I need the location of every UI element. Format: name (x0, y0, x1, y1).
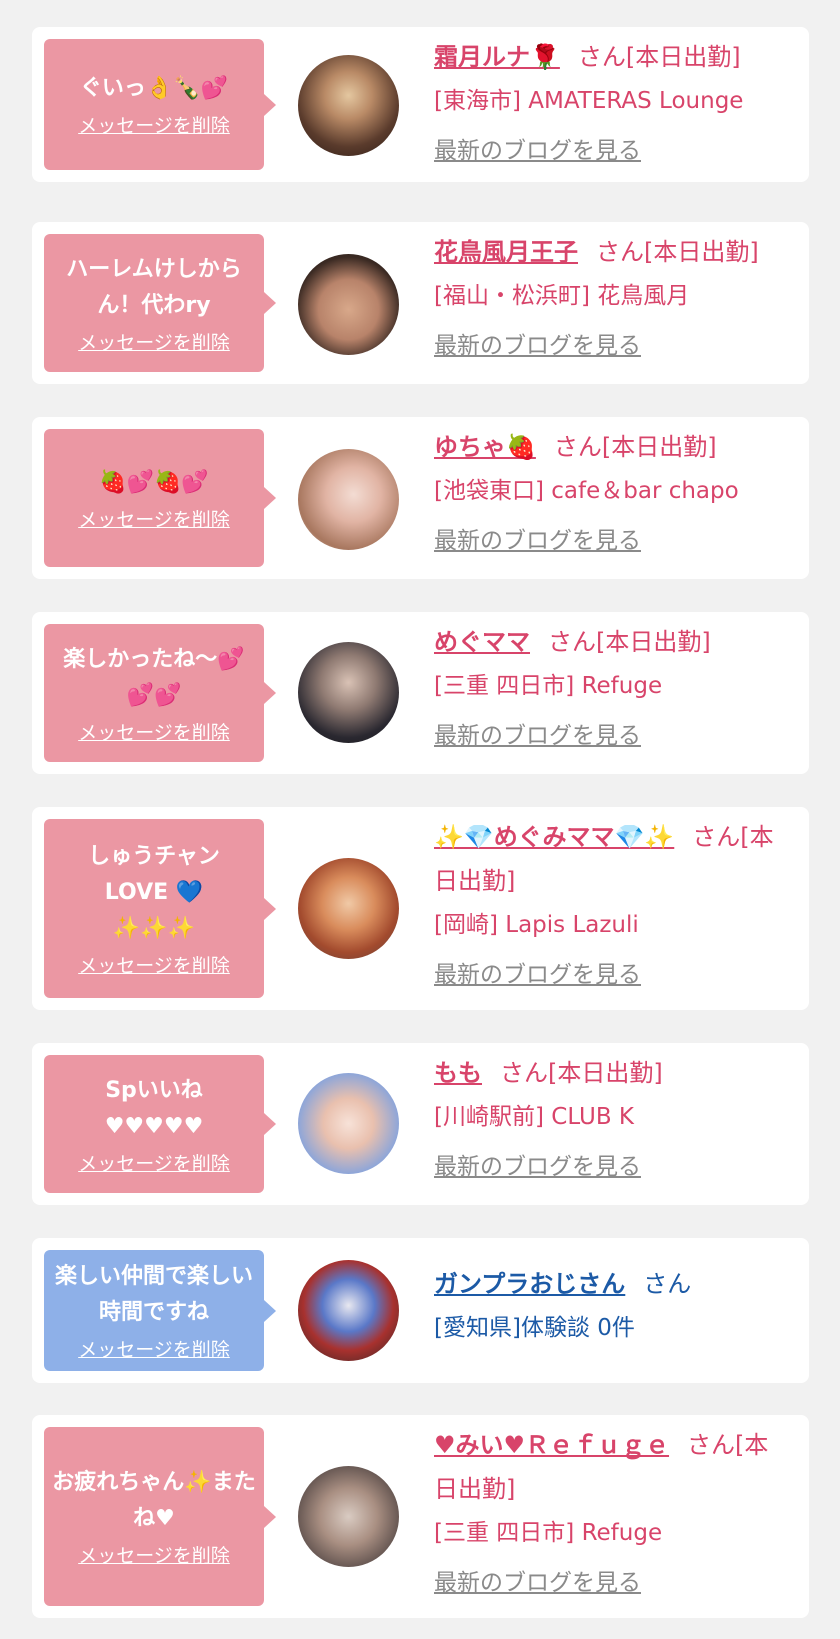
cast-name-link[interactable]: ♥みい♥Ｒｅｆｕｇｅ (434, 1431, 669, 1459)
cast-info: ゆちゃ🍓 さん[本日出勤] [池袋東口] cafe＆bar chapo 最新のブロ… (434, 425, 791, 563)
message-text: Spいいね ♥♥♥♥♥ (104, 1077, 204, 1139)
store-label: [岡崎] Lapis Lazuli (434, 912, 639, 938)
name-line: ゆちゃ🍓 さん[本日出勤] (434, 425, 791, 469)
message-text: しゅうチャン LOVE 💙 ✨✨✨ (88, 844, 220, 941)
message-bubble: しゅうチャン LOVE 💙 ✨✨✨ メッセージを削除 (44, 819, 276, 998)
latest-blog-link[interactable]: 最新のブログを見る (434, 1145, 641, 1189)
cast-name-link[interactable]: めぐママ (434, 628, 530, 656)
delete-message-link[interactable]: メッセージを削除 (78, 505, 230, 532)
message-card: お疲れちゃん✨またね♥ メッセージを削除 ♥みい♥Ｒｅｆｕｇｅ さん[本日出勤] … (32, 1415, 809, 1618)
message-card: 楽しい仲間で楽しい時間ですね メッセージを削除 ガンプラおじさん さん [愛知県]… (32, 1238, 809, 1383)
cast-info: 花鳥風月王子 さん[本日出勤] [福山・松浜町] 花鳥風月 最新のブログを見る (434, 230, 791, 368)
store-label: [愛知県]体験談 0件 (434, 1315, 635, 1341)
cast-info: ♥みい♥Ｒｅｆｕｇｅ さん[本日出勤] [三重 四日市] Refuge 最新のブロ… (434, 1423, 791, 1605)
avatar[interactable] (298, 1260, 399, 1361)
honorific-status: さん[本日出勤] (553, 433, 717, 461)
name-line: 花鳥風月王子 さん[本日出勤] (434, 230, 791, 274)
honorific-status: さん (643, 1270, 692, 1298)
message-card: ハーレムけしからん！代わry メッセージを削除 花鳥風月王子 さん[本日出勤] [… (32, 222, 809, 384)
name-line: ✨💎めぐみママ💎✨ さん[本日出勤] (434, 815, 791, 903)
message-bubble: お疲れちゃん✨またね♥ メッセージを削除 (44, 1427, 276, 1606)
name-line: ♥みい♥Ｒｅｆｕｇｅ さん[本日出勤] (434, 1423, 791, 1511)
delete-message-link[interactable]: メッセージを削除 (78, 111, 230, 138)
cast-name-link[interactable]: ゆちゃ🍓 (434, 433, 536, 461)
name-line: ガンプラおじさん さん (434, 1262, 791, 1306)
store-label: [東海市] AMATERAS Lounge (434, 88, 744, 114)
message-text: 楽しい仲間で楽しい時間ですね (54, 1264, 253, 1325)
avatar[interactable] (298, 449, 399, 550)
message-bubble: ハーレムけしからん！代わry メッセージを削除 (44, 234, 276, 372)
message-text: 🍓💕🍓💕 (99, 469, 209, 495)
message-text: ハーレムけしからん！代わry (66, 256, 242, 318)
store-label: [池袋東口] cafe＆bar chapo (434, 478, 739, 504)
latest-blog-link[interactable]: 最新のブログを見る (434, 324, 641, 368)
message-text: お疲れちゃん✨またね♥ (52, 1470, 256, 1531)
name-line: めぐママ さん[本日出勤] (434, 620, 791, 664)
delete-message-link[interactable]: メッセージを削除 (78, 1149, 230, 1176)
message-card: しゅうチャン LOVE 💙 ✨✨✨ メッセージを削除 ✨💎めぐみママ💎✨ さん[本… (32, 807, 809, 1010)
cast-info: ✨💎めぐみママ💎✨ さん[本日出勤] [岡崎] Lapis Lazuli 最新のブ… (434, 815, 791, 997)
honorific-status: さん[本日出勤] (577, 43, 741, 71)
cast-name-link[interactable]: 霜月ルナ🌹 (434, 43, 560, 71)
message-text: ぐいっ👌🍾💕 (79, 76, 229, 101)
avatar[interactable] (298, 1466, 399, 1567)
latest-blog-link[interactable]: 最新のブログを見る (434, 714, 641, 758)
name-line: もも さん[本日出勤] (434, 1051, 791, 1095)
store-label: [福山・松浜町] 花鳥風月 (434, 283, 690, 309)
delete-message-link[interactable]: メッセージを削除 (78, 1541, 230, 1568)
cast-name-link[interactable]: 花鳥風月王子 (434, 238, 578, 266)
honorific-status: さん[本日出勤] (500, 1059, 663, 1087)
message-card: 楽しかったね〜💕💕💕 メッセージを削除 めぐママ さん[本日出勤] [三重 四日市… (32, 612, 809, 774)
store-label: [川崎駅前] CLUB K (434, 1104, 634, 1130)
message-bubble: ぐいっ👌🍾💕 メッセージを削除 (44, 39, 276, 170)
message-card: 🍓💕🍓💕 メッセージを削除 ゆちゃ🍓 さん[本日出勤] [池袋東口] cafe＆b… (32, 417, 809, 579)
latest-blog-link[interactable]: 最新のブログを見る (434, 1561, 641, 1605)
delete-message-link[interactable]: メッセージを削除 (78, 328, 230, 355)
store-label: [三重 四日市] Refuge (434, 1520, 663, 1546)
message-list: ぐいっ👌🍾💕 メッセージを削除 霜月ルナ🌹 さん[本日出勤] [東海市] AMAT… (0, 0, 840, 1639)
name-line: 霜月ルナ🌹 さん[本日出勤] (434, 35, 791, 79)
delete-message-link[interactable]: メッセージを削除 (78, 1335, 230, 1362)
avatar[interactable] (298, 858, 399, 959)
message-bubble: Spいいね ♥♥♥♥♥ メッセージを削除 (44, 1055, 276, 1193)
cast-name-link[interactable]: もも (434, 1059, 482, 1087)
delete-message-link[interactable]: メッセージを削除 (78, 718, 230, 745)
cast-info: めぐママ さん[本日出勤] [三重 四日市] Refuge 最新のブログを見る (434, 620, 791, 758)
honorific-status: さん[本日出勤] (548, 628, 711, 656)
cast-name-link[interactable]: ✨💎めぐみママ💎✨ (434, 823, 674, 851)
avatar[interactable] (298, 1073, 399, 1174)
latest-blog-link[interactable]: 最新のブログを見る (434, 129, 641, 173)
avatar[interactable] (298, 254, 399, 355)
cast-info: ガンプラおじさん さん [愛知県]体験談 0件 (434, 1262, 791, 1350)
message-bubble: 楽しい仲間で楽しい時間ですね メッセージを削除 (44, 1250, 276, 1371)
honorific-status: さん[本日出勤] (596, 238, 759, 266)
store-label: [三重 四日市] Refuge (434, 673, 663, 699)
message-text: 楽しかったね〜💕💕💕 (63, 646, 245, 708)
message-card: Spいいね ♥♥♥♥♥ メッセージを削除 もも さん[本日出勤] [川崎駅前] C… (32, 1043, 809, 1205)
cast-name-link[interactable]: ガンプラおじさん (434, 1270, 625, 1298)
avatar[interactable] (298, 642, 399, 743)
delete-message-link[interactable]: メッセージを削除 (78, 951, 230, 978)
message-bubble: 楽しかったね〜💕💕💕 メッセージを削除 (44, 624, 276, 762)
latest-blog-link[interactable]: 最新のブログを見る (434, 953, 641, 997)
message-bubble: 🍓💕🍓💕 メッセージを削除 (44, 429, 276, 567)
message-card: ぐいっ👌🍾💕 メッセージを削除 霜月ルナ🌹 さん[本日出勤] [東海市] AMAT… (32, 27, 809, 182)
cast-info: もも さん[本日出勤] [川崎駅前] CLUB K 最新のブログを見る (434, 1051, 791, 1189)
latest-blog-link[interactable]: 最新のブログを見る (434, 519, 641, 563)
avatar[interactable] (298, 55, 399, 156)
cast-info: 霜月ルナ🌹 さん[本日出勤] [東海市] AMATERAS Lounge 最新のブ… (434, 35, 791, 173)
